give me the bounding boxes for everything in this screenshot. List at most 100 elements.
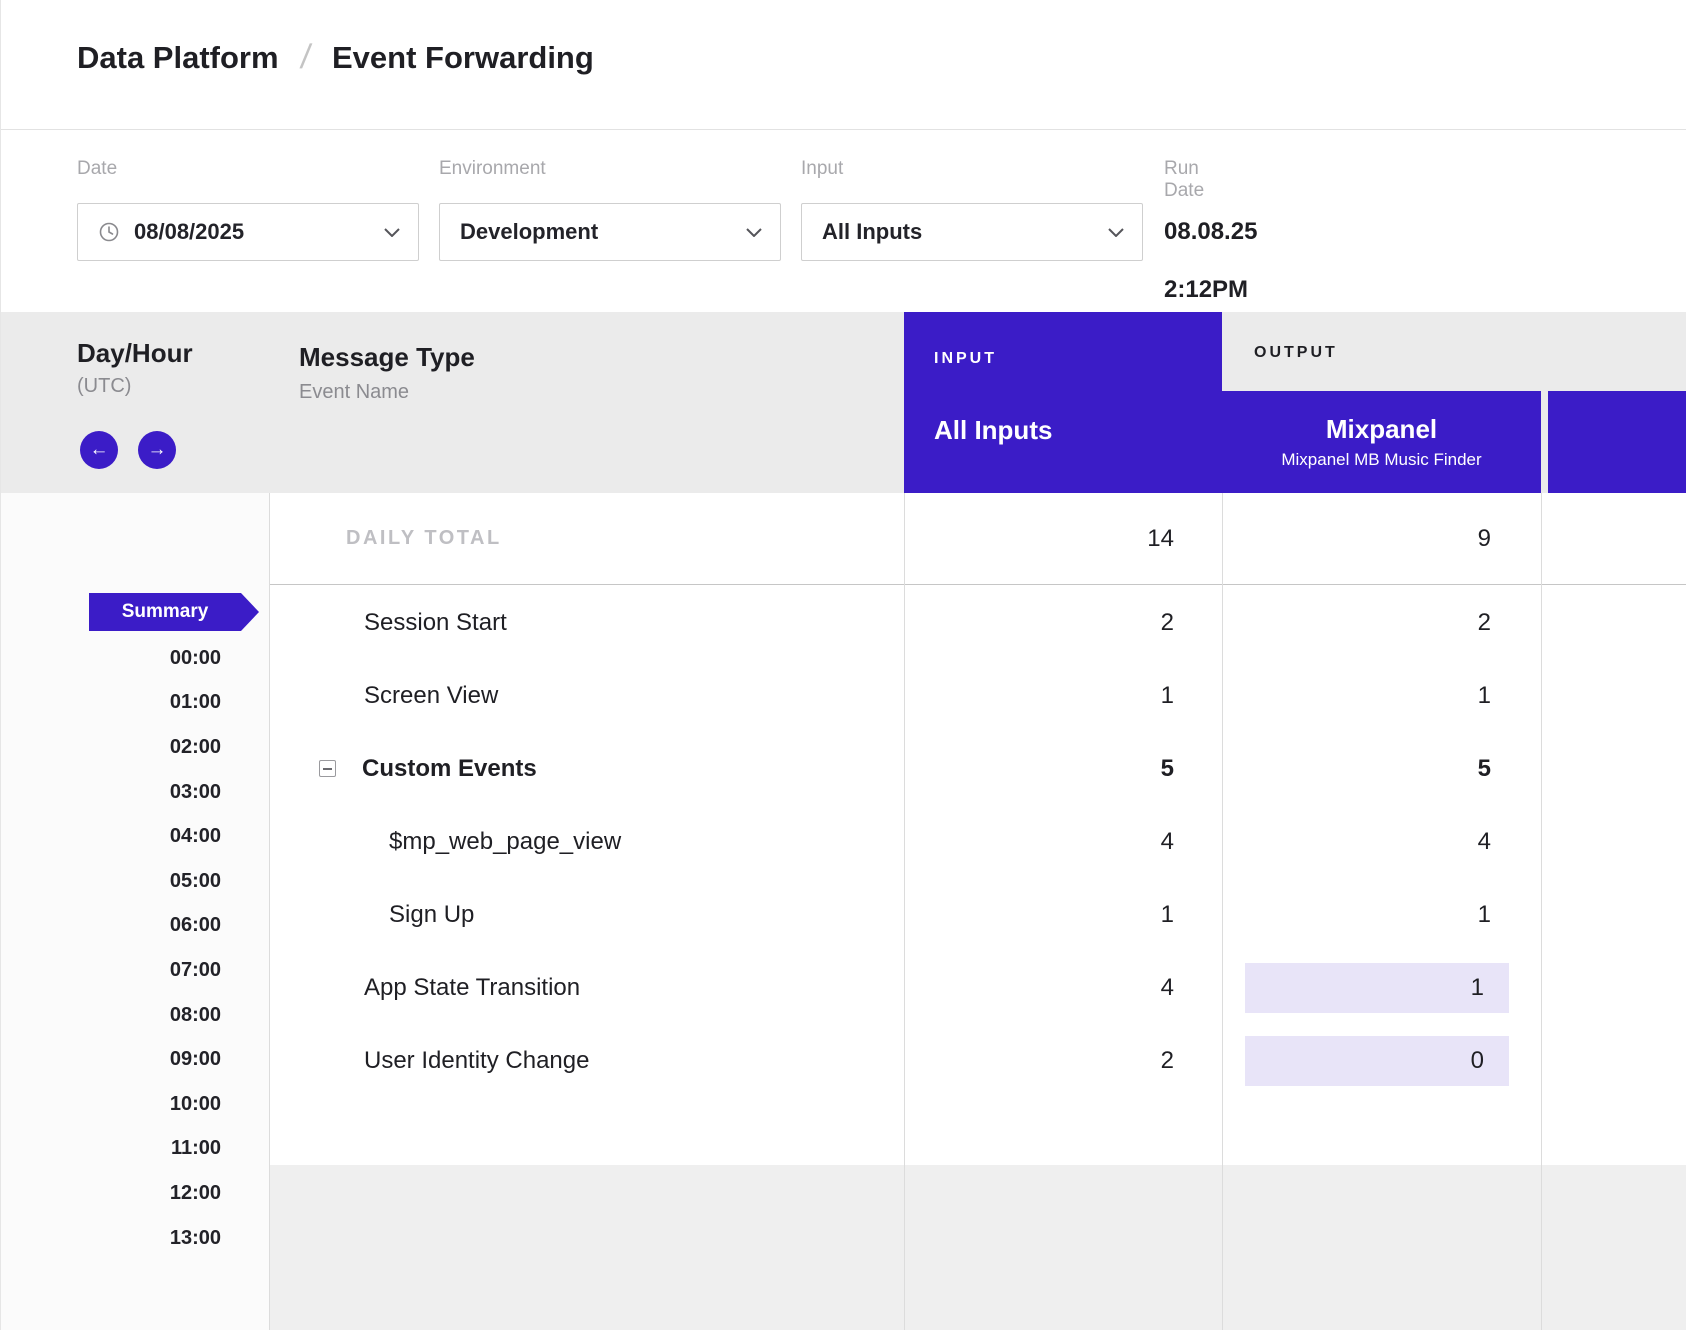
hour-row[interactable]: 02:00 (1, 725, 221, 770)
output-count-highlighted: 1 (1222, 951, 1541, 1024)
environment-select[interactable]: Development (439, 203, 781, 261)
event-name: User Identity Change (269, 1024, 904, 1097)
hour-row[interactable]: 05:00 (1, 859, 221, 904)
output-count: 1 (1222, 659, 1541, 732)
input-value: All Inputs (822, 219, 922, 245)
input-select[interactable]: All Inputs (801, 203, 1143, 261)
output-column-subtitle: Mixpanel MB Music Finder (1281, 450, 1481, 470)
arrow-right-icon: → (148, 439, 167, 461)
date-select[interactable]: 08/08/2025 (77, 203, 419, 261)
date-value: 08/08/2025 (134, 219, 244, 245)
output-group-label: OUTPUT (1254, 344, 1338, 362)
hour-row[interactable]: 09:00 (1, 1037, 221, 1082)
daily-total-row: DAILY TOTAL 14 9 (269, 493, 1686, 585)
column-divider (269, 493, 270, 1330)
hour-list: 00:00 01:00 02:00 03:00 04:00 05:00 06:0… (1, 636, 221, 1260)
day-hour-subtitle: (UTC) (77, 375, 193, 398)
previous-day-button[interactable]: ← (80, 431, 118, 469)
output-count-value: 1 (1245, 963, 1509, 1013)
summary-tab[interactable]: Summary (89, 593, 241, 631)
output-column-header-mixpanel[interactable]: Mixpanel Mixpanel MB Music Finder (1222, 391, 1541, 493)
hour-row[interactable]: 04:00 (1, 814, 221, 859)
environment-filter-label: Environment (439, 158, 546, 180)
column-divider (904, 493, 905, 1330)
hour-row[interactable]: 00:00 (1, 636, 221, 681)
output-count: 5 (1222, 732, 1541, 805)
event-name: Sign Up (269, 878, 904, 951)
table-footer-area (269, 1165, 1686, 1330)
date-filter-label: Date (77, 158, 117, 180)
chevron-down-icon (384, 228, 400, 237)
page-header: Data Platform / Event Forwarding (1, 0, 1686, 130)
daily-total-output-count: 9 (1222, 493, 1541, 584)
hour-row[interactable]: 11:00 (1, 1127, 221, 1172)
input-group-label: INPUT (934, 350, 997, 368)
next-day-button[interactable]: → (138, 431, 176, 469)
breadcrumb-data-platform[interactable]: Data Platform (77, 40, 279, 76)
input-count: 4 (904, 951, 1222, 1024)
output-column-title: Mixpanel (1326, 414, 1437, 445)
day-hour-title: Day/Hour (77, 338, 193, 369)
next-output-column-partial (1548, 391, 1686, 493)
input-count: 1 (904, 659, 1222, 732)
event-name-group: Custom Events (269, 732, 904, 805)
hour-row[interactable]: 08:00 (1, 993, 221, 1038)
run-date-label: Run Date (1164, 158, 1204, 202)
hour-row[interactable]: 03:00 (1, 770, 221, 815)
input-column-header[interactable]: INPUT All Inputs (904, 312, 1222, 493)
column-divider (1222, 493, 1223, 1330)
input-count: 5 (904, 732, 1222, 805)
table-row-user-identity-change: User Identity Change 2 0 (269, 1024, 1686, 1097)
breadcrumb-separator: / (298, 38, 313, 77)
run-date-value: 08.08.25 2:12PM UTC (1164, 203, 1257, 261)
output-count: 1 (1222, 878, 1541, 951)
arrow-left-icon: ← (90, 439, 109, 461)
hour-row[interactable]: 07:00 (1, 948, 221, 993)
output-count-value: 0 (1245, 1036, 1509, 1086)
input-filter-label: Input (801, 158, 843, 180)
filter-bar: Date 08/08/2025 Environment Development (1, 130, 1686, 312)
daily-total-input-count: 14 (904, 493, 1222, 584)
input-count: 1 (904, 878, 1222, 951)
column-divider (1541, 493, 1542, 1330)
table-row-sign-up: Sign Up 1 1 (269, 878, 1686, 951)
day-nav: ← → (80, 431, 176, 469)
event-name: Session Start (269, 586, 904, 659)
table-row-app-state-transition: App State Transition 4 1 (269, 951, 1686, 1024)
input-count: 4 (904, 805, 1222, 878)
hour-row[interactable]: 12:00 (1, 1171, 221, 1216)
clock-icon (98, 221, 120, 243)
output-count: 4 (1222, 805, 1541, 878)
table-row-custom-events: Custom Events 5 5 (269, 732, 1686, 805)
event-name: Screen View (269, 659, 904, 732)
table-row-screen-view: Screen View 1 1 (269, 659, 1686, 732)
output-count: 2 (1222, 586, 1541, 659)
input-count: 2 (904, 1024, 1222, 1097)
table-header-band: Day/Hour (UTC) ← → Message Type Event Na… (1, 312, 1686, 493)
event-name: $mp_web_page_view (269, 805, 904, 878)
collapse-icon[interactable] (319, 760, 336, 777)
message-type-subtitle: Event Name (299, 381, 475, 404)
output-count-highlighted: 0 (1222, 1024, 1541, 1097)
event-name: App State Transition (269, 951, 904, 1024)
chevron-down-icon (1108, 228, 1124, 237)
event-rows: Session Start 2 2 Screen View 1 1 Custom… (269, 586, 1686, 1097)
input-count: 2 (904, 586, 1222, 659)
event-name: Custom Events (362, 755, 537, 783)
input-column-title: All Inputs (934, 415, 1052, 446)
day-hour-header: Day/Hour (UTC) (77, 338, 193, 398)
breadcrumb-current-page: Event Forwarding (332, 40, 594, 76)
table-row-mp-web-page-view: $mp_web_page_view 4 4 (269, 805, 1686, 878)
breadcrumb: Data Platform / Event Forwarding (77, 38, 594, 77)
message-type-title: Message Type (299, 342, 475, 373)
hour-row[interactable]: 06:00 (1, 904, 221, 949)
hour-row[interactable]: 10:00 (1, 1082, 221, 1127)
hour-row[interactable]: 01:00 (1, 681, 221, 726)
daily-total-label: DAILY TOTAL (269, 493, 904, 584)
hour-row[interactable]: 13:00 (1, 1216, 221, 1261)
summary-tab-label: Summary (122, 601, 209, 623)
event-forwarding-page: Data Platform / Event Forwarding Date 08… (0, 0, 1686, 1330)
chevron-down-icon (746, 228, 762, 237)
message-type-header: Message Type Event Name (299, 342, 475, 404)
table-row-session-start: Session Start 2 2 (269, 586, 1686, 659)
